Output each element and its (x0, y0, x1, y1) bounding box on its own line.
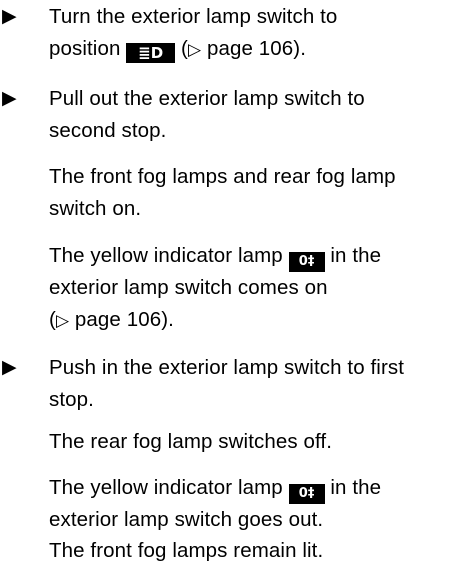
step-text: position (49, 37, 127, 60)
result-text-line: The front fog lamps and rear fog lamp (49, 165, 396, 188)
low-beam-headlamp-icon: ≣D (126, 43, 176, 63)
result-text-line: (▷ page 106). (49, 305, 174, 336)
manual-page: ▶ Turn the exterior lamp switch to posit… (0, 0, 465, 573)
result-text-line: switch on. (49, 197, 142, 220)
result-text-line: The rear fog lamp switches off. (49, 430, 333, 453)
page-ref-open: ( (49, 308, 56, 331)
result-text: The yellow indicator lamp (49, 244, 289, 267)
result-text: The yellow indicator lamp (49, 476, 289, 499)
result-text: in the (324, 244, 382, 267)
page-reference-arrow-icon: ▷ (55, 311, 70, 331)
step-bullet-icon: ▶ (2, 88, 17, 109)
page-ref-open: ( (175, 37, 188, 60)
result-text-line: exterior lamp switch goes out. (49, 508, 324, 531)
page-reference-arrow-icon: ▷ (188, 40, 202, 60)
result-text: in the (324, 476, 382, 499)
page-reference[interactable]: page 106). (69, 308, 174, 331)
rear-fog-lamp-icon: 0‡ (288, 252, 325, 272)
result-text-line: The yellow indicator lamp 0‡ in the (49, 473, 381, 504)
page-reference[interactable]: page 106). (201, 37, 306, 60)
step-text-line: Push in the exterior lamp switch to firs… (49, 356, 405, 379)
step-text-line: stop. (49, 388, 94, 411)
rear-fog-lamp-icon: 0‡ (288, 484, 325, 504)
step-text-line: Turn the exterior lamp switch to (49, 5, 338, 28)
result-text-line: The front fog lamps remain lit. (49, 539, 324, 562)
result-text-line: exterior lamp switch comes on (49, 276, 328, 299)
step-text-line: second stop. (49, 119, 167, 142)
step-bullet-icon: ▶ (2, 357, 17, 378)
step-bullet-icon: ▶ (2, 6, 17, 27)
step-text-line: Pull out the exterior lamp switch to (49, 87, 365, 110)
result-text-line: The yellow indicator lamp 0‡ in the (49, 241, 381, 272)
step-text-line: position ≣D (▷ page 106). (49, 34, 306, 65)
